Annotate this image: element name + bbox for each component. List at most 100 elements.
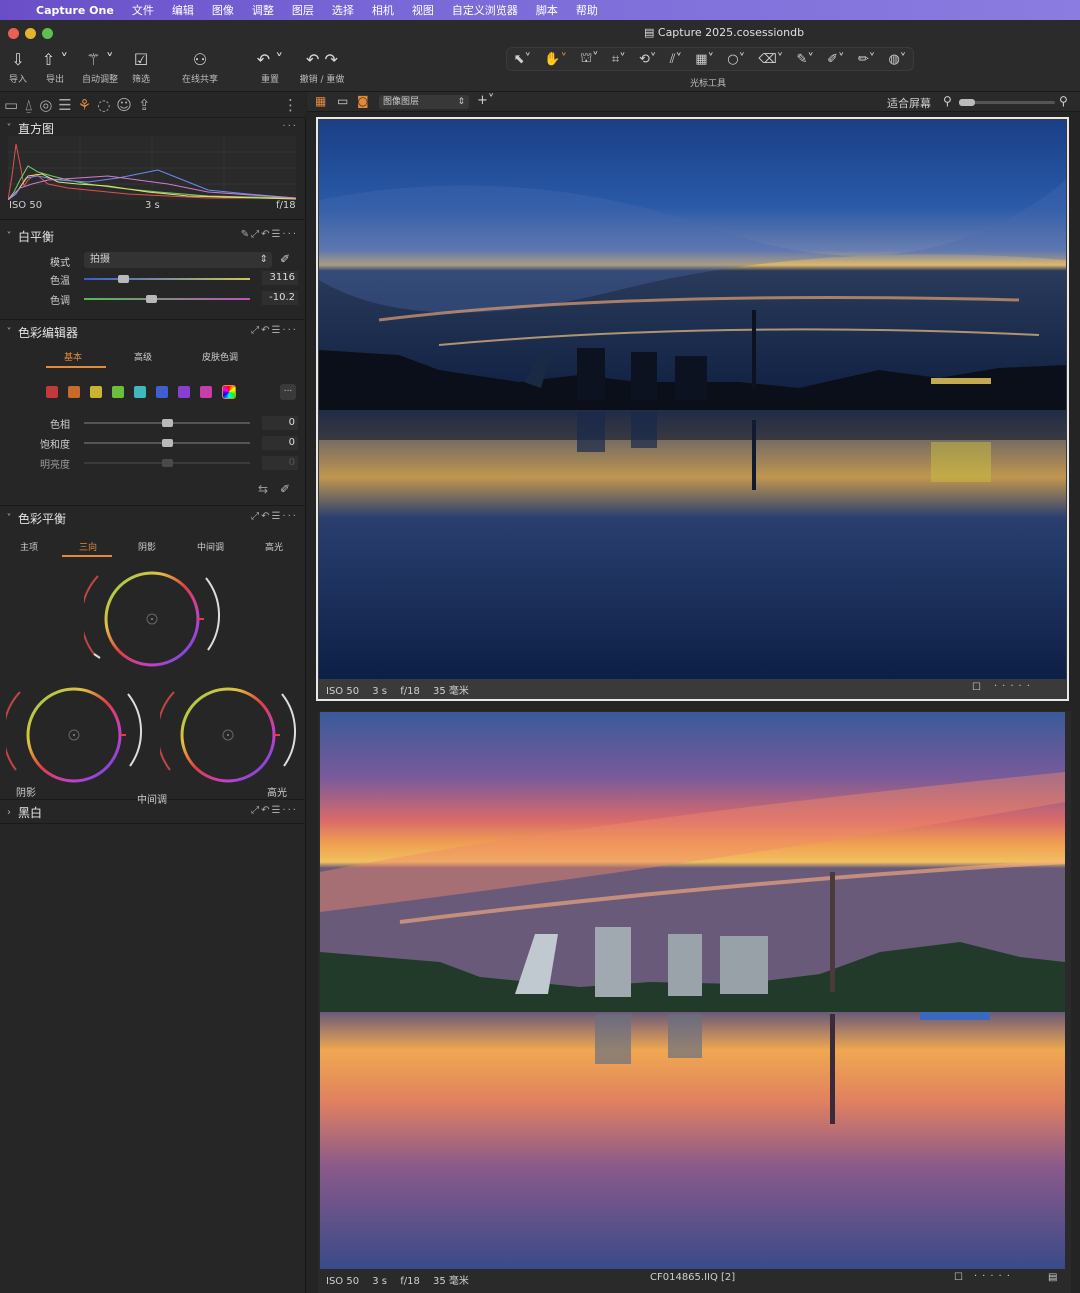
- close-window-button[interactable]: [8, 28, 19, 39]
- color-balance-header[interactable]: ˅ 色彩平衡 ⤢↶☰···: [0, 508, 306, 528]
- face-tab-icon[interactable]: ☺: [116, 96, 132, 114]
- wb-tint-value[interactable]: -10.2: [262, 291, 298, 305]
- tab-master[interactable]: 主项: [20, 540, 38, 553]
- color-swatch[interactable]: [90, 386, 102, 398]
- more-options-icon[interactable]: ···: [282, 121, 298, 132]
- saturation-slider[interactable]: [84, 439, 250, 447]
- grid-view-icon[interactable]: ▦: [315, 94, 326, 108]
- menu-image[interactable]: 图像: [212, 2, 234, 18]
- menu-adjust[interactable]: 调整: [252, 2, 274, 18]
- picker-tool-icon[interactable]: ✐˅: [827, 52, 844, 67]
- variant-icon[interactable]: ▤: [1048, 1272, 1057, 1283]
- color-swatch[interactable]: [46, 386, 58, 398]
- slider-knob[interactable]: [162, 419, 173, 427]
- wb-mode-select[interactable]: 拍摄 ⇕: [84, 252, 272, 268]
- minimize-window-button[interactable]: [25, 28, 36, 39]
- gradient-tool-icon[interactable]: ▦˅: [695, 52, 714, 67]
- wb-temp-value[interactable]: 3116: [262, 271, 298, 285]
- menu-select[interactable]: 选择: [332, 2, 354, 18]
- rotate-tool-icon[interactable]: ⟲˅: [639, 52, 656, 67]
- auto-adjust-button[interactable]: ⚚ ˅ 自动调整: [80, 50, 120, 85]
- menu-help[interactable]: 帮助: [576, 2, 598, 18]
- brush-tool-icon[interactable]: ✎˅: [797, 52, 814, 67]
- swap-icon[interactable]: ⇆: [258, 482, 268, 496]
- layer-select[interactable]: 图像图层 ⇕: [379, 95, 469, 109]
- histogram-header[interactable]: ˅ 直方图 ···: [0, 118, 306, 138]
- second-image-frame[interactable]: ISO 50 3 s f/18 35 毫米 CF014865.IIQ [2] ☐…: [318, 711, 1071, 1293]
- white-balance-header[interactable]: ˅ 白平衡 ✎⤢↶☰···: [0, 226, 306, 246]
- annotate-tool-icon[interactable]: ✏˅: [858, 52, 875, 67]
- circle-tool-icon[interactable]: ○˅: [727, 52, 745, 67]
- select-tool-icon[interactable]: ⬉˅: [514, 52, 531, 67]
- zoom-in-icon[interactable]: ⚲: [1059, 94, 1068, 108]
- undo-redo-button[interactable]: ↶ ↷ 撤销 / 重做: [298, 50, 346, 85]
- more-swatches-button[interactable]: ...: [280, 384, 296, 400]
- section-controls-icon[interactable]: ✎⤢↶☰···: [241, 229, 298, 240]
- zoom-slider[interactable]: [959, 99, 1055, 106]
- single-view-icon[interactable]: ▭: [337, 94, 348, 108]
- output-tab-icon[interactable]: ⇪: [138, 96, 151, 114]
- reset-button[interactable]: ↶ ˅ 重置: [252, 50, 288, 85]
- import-button[interactable]: ⇩ 导入: [6, 50, 30, 85]
- black-white-header[interactable]: › 黑白 ⤢↶☰···: [0, 802, 306, 822]
- keystone-tool-icon[interactable]: ⫽˅: [670, 52, 682, 67]
- rating-dots[interactable]: ·····: [994, 681, 1035, 692]
- menu-app[interactable]: Capture One: [36, 4, 114, 17]
- menu-edit[interactable]: 编辑: [172, 2, 194, 18]
- tab-shadows[interactable]: 阴影: [138, 540, 156, 553]
- wb-tint-slider[interactable]: [84, 295, 250, 303]
- slider-knob[interactable]: [118, 275, 130, 283]
- hue-value[interactable]: 0: [262, 416, 298, 430]
- slider-knob[interactable]: [146, 295, 157, 303]
- color-picker-tool-icon[interactable]: ◍˅: [888, 52, 906, 67]
- tab-basic[interactable]: 基本: [64, 350, 82, 363]
- tab-advanced[interactable]: 高级: [134, 350, 152, 363]
- folder-tab-icon[interactable]: ▭: [4, 96, 18, 114]
- select-checkbox[interactable]: ☐: [972, 682, 981, 693]
- color-tab-icon[interactable]: ⚘: [78, 96, 91, 114]
- color-swatch[interactable]: [112, 386, 124, 398]
- color-swatch[interactable]: [134, 386, 146, 398]
- fit-screen-label[interactable]: 适合屏幕: [887, 95, 931, 111]
- export-button[interactable]: ⇧ ˅ 导出: [40, 50, 70, 85]
- menu-camera[interactable]: 相机: [372, 2, 394, 18]
- pan-tool-icon[interactable]: ✋˅: [544, 52, 567, 67]
- share-button[interactable]: ⚇ 在线共享: [178, 50, 222, 85]
- capture-tab-icon[interactable]: ⍙: [24, 96, 33, 114]
- selected-image-frame[interactable]: ISO 50 3 s f/18 35 毫米 ☐ ·····: [316, 117, 1069, 701]
- slider-knob[interactable]: [959, 99, 975, 106]
- menu-script[interactable]: 脚本: [536, 2, 558, 18]
- menu-custom-browser[interactable]: 自定义浏览器: [452, 2, 518, 18]
- tab-midtones[interactable]: 中间调: [197, 540, 224, 553]
- crop-tool-icon[interactable]: ⌗˅: [612, 52, 626, 67]
- eyedropper-icon[interactable]: ✐: [280, 252, 290, 266]
- tab-highlights[interactable]: 高光: [265, 540, 283, 553]
- filter-button[interactable]: ☑ 筛选: [128, 50, 154, 85]
- highlights-color-wheel[interactable]: [160, 680, 300, 790]
- tab-skin-tone[interactable]: 皮肤色调: [202, 350, 238, 363]
- color-swatch[interactable]: [200, 386, 212, 398]
- compare-view-icon[interactable]: ◙: [357, 94, 369, 108]
- details-tab-icon[interactable]: ◌: [97, 96, 110, 114]
- color-swatch[interactable]: [68, 386, 80, 398]
- lens-tab-icon[interactable]: ◎: [39, 96, 52, 114]
- zoom-window-button[interactable]: [42, 28, 53, 39]
- section-controls-icon[interactable]: ⤢↶☰···: [251, 325, 298, 336]
- more-icon[interactable]: ⋮: [283, 96, 298, 114]
- wb-temp-slider[interactable]: [84, 275, 250, 283]
- hue-slider[interactable]: [84, 419, 250, 427]
- section-controls-icon[interactable]: ⤢↶☰···: [251, 805, 298, 816]
- select-checkbox[interactable]: ☐: [954, 1272, 963, 1283]
- all-colors-swatch[interactable]: [222, 385, 236, 399]
- rating-dots[interactable]: ·····: [974, 1271, 1015, 1282]
- color-swatch[interactable]: [178, 386, 190, 398]
- saturation-value[interactable]: 0: [262, 436, 298, 450]
- shadows-color-wheel[interactable]: [6, 680, 146, 790]
- section-controls-icon[interactable]: ⤢↶☰···: [251, 511, 298, 522]
- tab-3-way[interactable]: 三向: [79, 540, 97, 553]
- slider-knob[interactable]: [162, 439, 173, 447]
- color-picker-icon[interactable]: ✐: [280, 482, 290, 496]
- color-swatch[interactable]: [156, 386, 168, 398]
- menu-layer[interactable]: 图层: [292, 2, 314, 18]
- eraser-tool-icon[interactable]: ⌫˅: [758, 52, 783, 67]
